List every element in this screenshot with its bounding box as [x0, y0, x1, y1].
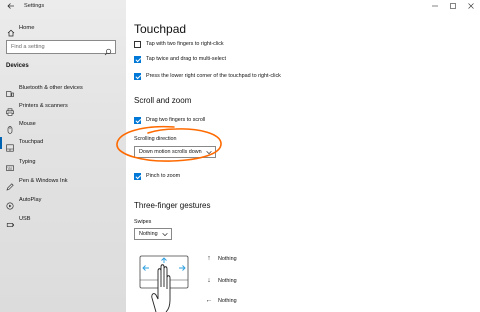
sidebar-item-printers[interactable]: Printers & scanners — [0, 98, 126, 116]
checkbox-row-pinch-zoom[interactable]: Pinch to zoom — [134, 170, 180, 182]
checkbox-lower-right-corner[interactable] — [134, 72, 141, 80]
page-title: Touchpad — [134, 22, 187, 36]
title-bar: Settings — [0, 0, 126, 14]
checkbox-row-drag-two-fingers[interactable]: Drag two fingers to scroll — [134, 114, 205, 126]
sidebar-item-label: Pen & Windows Ink — [19, 178, 68, 184]
usb-icon — [6, 216, 14, 227]
bluetooth-icon — [6, 85, 14, 97]
sidebar-item-bluetooth[interactable]: Bluetooth & other devices — [0, 80, 126, 98]
search-icon[interactable] — [104, 43, 112, 56]
scrolling-direction-dropdown[interactable]: Down motion scrolls down — [134, 146, 216, 158]
checkbox-tap-twice-drag[interactable] — [134, 55, 141, 63]
sidebar-item-touchpad[interactable]: Touchpad — [0, 134, 126, 152]
dropdown-value: Nothing — [139, 231, 158, 237]
home-icon — [7, 24, 15, 37]
gesture-action-label: Nothing — [218, 298, 237, 304]
sidebar-item-label: Mouse — [19, 121, 36, 127]
gesture-action-label: Nothing — [218, 278, 237, 284]
sidebar-item-label: Printers & scanners — [19, 103, 68, 109]
printer-icon — [6, 103, 14, 116]
checkbox-row-two-finger-right-click[interactable]: Tap with two fingers to right-click — [134, 38, 224, 50]
sidebar-item-autoplay[interactable]: AutoPlay — [0, 192, 126, 210]
sidebar-item-usb[interactable]: USB — [0, 211, 126, 229]
main-panel: Touchpad Tap with two fingers to right-c… — [126, 0, 480, 312]
back-arrow-icon[interactable] — [7, 2, 15, 12]
gesture-action-label: Nothing — [218, 256, 237, 262]
sidebar-item-typing[interactable]: Typing — [0, 154, 126, 172]
sidebar-item-label: Typing — [19, 159, 36, 165]
sidebar-item-label: Bluetooth & other devices — [19, 85, 83, 91]
app-title: Settings — [24, 3, 45, 9]
section-heading-three-finger: Three-finger gestures — [134, 201, 211, 210]
sidebar-item-home[interactable]: Home — [0, 22, 126, 37]
sidebar-item-label: AutoPlay — [19, 197, 42, 203]
checkbox-row-tap-twice-drag[interactable]: Tap twice and drag to multi-select — [134, 53, 226, 65]
sidebar-item-label: Home — [19, 25, 35, 31]
checkbox-label: Drag two fingers to scroll — [146, 117, 206, 123]
chevron-down-icon — [162, 232, 168, 237]
checkbox-label: Press the lower right corner of the touc… — [146, 73, 281, 79]
autoplay-icon — [6, 197, 14, 210]
checkbox-label: Tap with two fingers to right-click — [146, 41, 224, 47]
checkbox-label: Pinch to zoom — [146, 173, 181, 179]
checkbox-label: Tap twice and drag to multi-select — [146, 56, 226, 62]
scrolling-direction-label: Scrolling direction — [134, 136, 177, 142]
keyboard-icon — [6, 159, 14, 171]
checkbox-two-finger-right-click[interactable] — [134, 40, 141, 48]
swipes-dropdown[interactable]: Nothing — [134, 228, 172, 240]
checkbox-pinch-zoom[interactable] — [134, 172, 141, 180]
swipes-label: Swipes — [134, 219, 152, 225]
search-input[interactable]: Find a setting — [6, 40, 116, 56]
touchpad-icon — [6, 139, 14, 152]
chevron-down-icon — [206, 150, 212, 155]
checkbox-row-lower-right-corner[interactable]: Press the lower right corner of the touc… — [134, 70, 281, 82]
checkbox-drag-two-fingers[interactable] — [134, 116, 141, 124]
search-placeholder: Find a setting — [11, 44, 45, 50]
sidebar: Settings Home Find a setting Devices Blu… — [0, 0, 126, 312]
sidebar-item-mouse[interactable]: Mouse — [0, 116, 126, 134]
three-finger-gesture-illustration — [134, 254, 194, 312]
dropdown-value: Down motion scrolls down — [139, 149, 202, 155]
arrow-down-icon: ↓ — [207, 277, 211, 284]
mouse-icon — [6, 121, 14, 134]
arrow-up-icon: ↑ — [207, 255, 211, 262]
sidebar-item-label: Touchpad — [19, 139, 44, 145]
arrow-left-icon: ← — [205, 297, 213, 304]
section-header-devices: Devices — [6, 63, 29, 69]
sidebar-item-pen[interactable]: Pen & Windows Ink — [0, 173, 126, 191]
sidebar-item-label: USB — [19, 216, 31, 222]
section-heading-scroll-zoom: Scroll and zoom — [134, 96, 192, 105]
pen-icon — [6, 178, 14, 191]
